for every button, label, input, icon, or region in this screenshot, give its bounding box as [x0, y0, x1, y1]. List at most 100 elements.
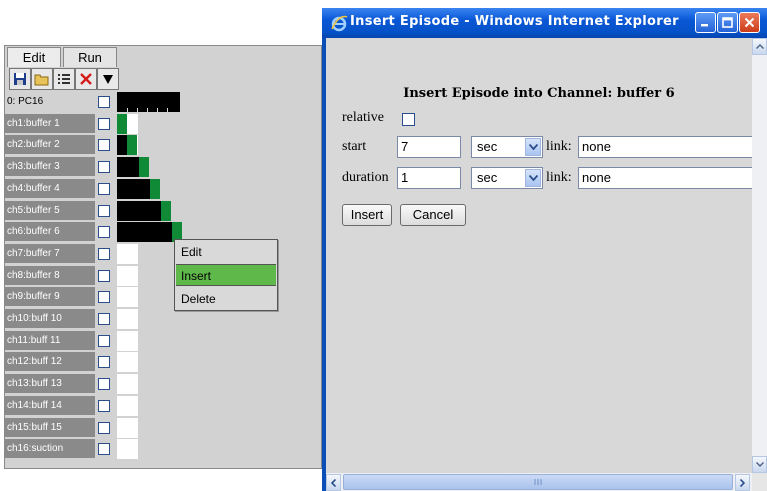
channel-label[interactable]: ch2:buffer 2 [5, 135, 95, 155]
scroll-down-button[interactable] [752, 456, 767, 473]
channel-label[interactable]: ch13:buff 13 [5, 374, 95, 394]
channel-label[interactable]: ch7:buffer 7 [5, 244, 95, 264]
channel-timeline[interactable] [117, 418, 138, 438]
save-icon [14, 73, 26, 85]
channel-timeline[interactable] [117, 439, 138, 459]
context-menu-edit[interactable]: Edit [176, 241, 276, 263]
close-icon [744, 17, 755, 28]
channel-timeline[interactable] [117, 287, 138, 307]
channel-label[interactable]: ch14:buff 14 [5, 396, 95, 416]
scroll-up-button[interactable] [752, 38, 767, 55]
context-menu-delete[interactable]: Delete [176, 288, 276, 310]
episode-bar[interactable] [117, 179, 150, 199]
internet-explorer-icon [331, 15, 348, 32]
channel-checkbox[interactable] [98, 161, 110, 173]
channel-checkbox[interactable] [98, 139, 110, 151]
cancel-button[interactable]: Cancel [400, 204, 466, 226]
list-button[interactable] [53, 68, 75, 90]
episode-bar-active[interactable] [139, 157, 149, 177]
episode-bar[interactable] [117, 157, 139, 177]
minimize-button[interactable] [695, 12, 716, 33]
channel-label[interactable]: ch5:buffer 5 [5, 201, 95, 221]
channel-checkbox[interactable] [98, 335, 110, 347]
title-bar[interactable]: Insert Episode - Windows Internet Explor… [322, 8, 767, 38]
channel-label[interactable]: ch16:suction [5, 439, 95, 459]
episode-bar[interactable] [117, 222, 172, 242]
channel-timeline[interactable] [117, 331, 138, 351]
start-unit-select[interactable]: sec [471, 136, 543, 158]
chevron-right-icon [740, 478, 745, 487]
start-link-label: link: [546, 139, 572, 154]
channel-checkbox[interactable] [98, 313, 110, 325]
channel-checkbox[interactable] [98, 422, 110, 434]
maximize-icon [722, 17, 733, 28]
channel-checkbox[interactable] [98, 291, 110, 303]
channel-label[interactable]: 0: PC16 [5, 92, 95, 112]
horizontal-scroll-thumb[interactable] [343, 474, 733, 490]
channel-checkbox[interactable] [98, 183, 110, 195]
channel-timeline[interactable] [117, 352, 138, 372]
channel-checkbox[interactable] [98, 226, 110, 238]
channel-label[interactable]: ch8:buffer 8 [5, 266, 95, 286]
channel-checkbox[interactable] [98, 356, 110, 368]
chevron-down-icon [525, 138, 541, 156]
channel-label[interactable]: ch15:buff 15 [5, 418, 95, 438]
dropdown-triangle-icon [103, 75, 113, 84]
delete-button[interactable] [75, 68, 97, 90]
start-input[interactable]: 7 [397, 136, 461, 158]
vertical-scrollbar[interactable] [752, 38, 767, 473]
context-menu-insert[interactable]: Insert [176, 264, 276, 286]
channel-label[interactable]: ch10:buff 10 [5, 309, 95, 329]
channel-label[interactable]: ch9:buffer 9 [5, 287, 95, 307]
channel-timeline[interactable] [117, 309, 138, 329]
channel-label[interactable]: ch6:buffer 6 [5, 222, 95, 242]
channel-checkbox[interactable] [98, 443, 110, 455]
relative-checkbox[interactable] [402, 113, 415, 126]
channel-checkbox[interactable] [98, 270, 110, 282]
channel-editor-panel: Edit Run 0: PC16 ch1:buffer 1 ch2:buffer 2… [4, 45, 322, 469]
open-button[interactable] [31, 68, 53, 90]
episode-bar-active[interactable] [127, 135, 137, 155]
channel-label[interactable]: ch11:buff 11 [5, 331, 95, 351]
channel-checkbox[interactable] [98, 400, 110, 412]
duration-unit-select[interactable]: sec [471, 167, 543, 189]
maximize-button[interactable] [717, 12, 738, 33]
channel-label[interactable]: ch4:buffer 4 [5, 179, 95, 199]
channel-checkbox[interactable] [98, 96, 110, 108]
episode-bar-active[interactable] [161, 201, 171, 221]
episode-bar-active[interactable] [150, 179, 160, 199]
episode-bar[interactable] [117, 201, 161, 221]
time-tick [127, 108, 128, 112]
window-title: Insert Episode - Windows Internet Explor… [350, 14, 679, 29]
channel-label[interactable]: ch12:buff 12 [5, 352, 95, 372]
close-button[interactable] [739, 12, 760, 33]
dropdown-button[interactable] [97, 68, 119, 90]
episode-bar[interactable] [117, 135, 127, 155]
channel-checkbox[interactable] [98, 118, 110, 130]
start-link-input[interactable]: none [578, 136, 752, 158]
channel-timeline[interactable] [117, 244, 138, 264]
list-icon [58, 74, 70, 84]
channel-checkbox[interactable] [98, 378, 110, 390]
episode-bar-active[interactable] [117, 114, 127, 134]
channel-label[interactable]: ch1:buffer 1 [5, 114, 95, 134]
duration-input[interactable]: 1 [397, 167, 461, 189]
channel-checkbox[interactable] [98, 248, 110, 260]
context-menu: Edit Insert Delete [174, 239, 278, 311]
tab-run[interactable]: Run [63, 47, 117, 67]
channel-timeline[interactable] [117, 266, 138, 286]
duration-link-input[interactable]: none [578, 167, 752, 189]
channel-label[interactable]: ch3:buffer 3 [5, 157, 95, 177]
channel-checkbox[interactable] [98, 205, 110, 217]
horizontal-scrollbar[interactable] [326, 473, 752, 491]
scroll-left-button[interactable] [326, 474, 341, 491]
save-button[interactable] [9, 68, 31, 90]
ie-popup-window: Insert Episode - Windows Internet Explor… [322, 8, 767, 491]
channel-timeline[interactable] [117, 396, 138, 416]
duration-label: duration [342, 170, 389, 185]
scroll-right-button[interactable] [735, 474, 750, 491]
relative-label: relative [342, 110, 384, 125]
tab-edit[interactable]: Edit [7, 47, 61, 67]
insert-button[interactable]: Insert [342, 204, 392, 226]
channel-timeline[interactable] [117, 374, 138, 394]
